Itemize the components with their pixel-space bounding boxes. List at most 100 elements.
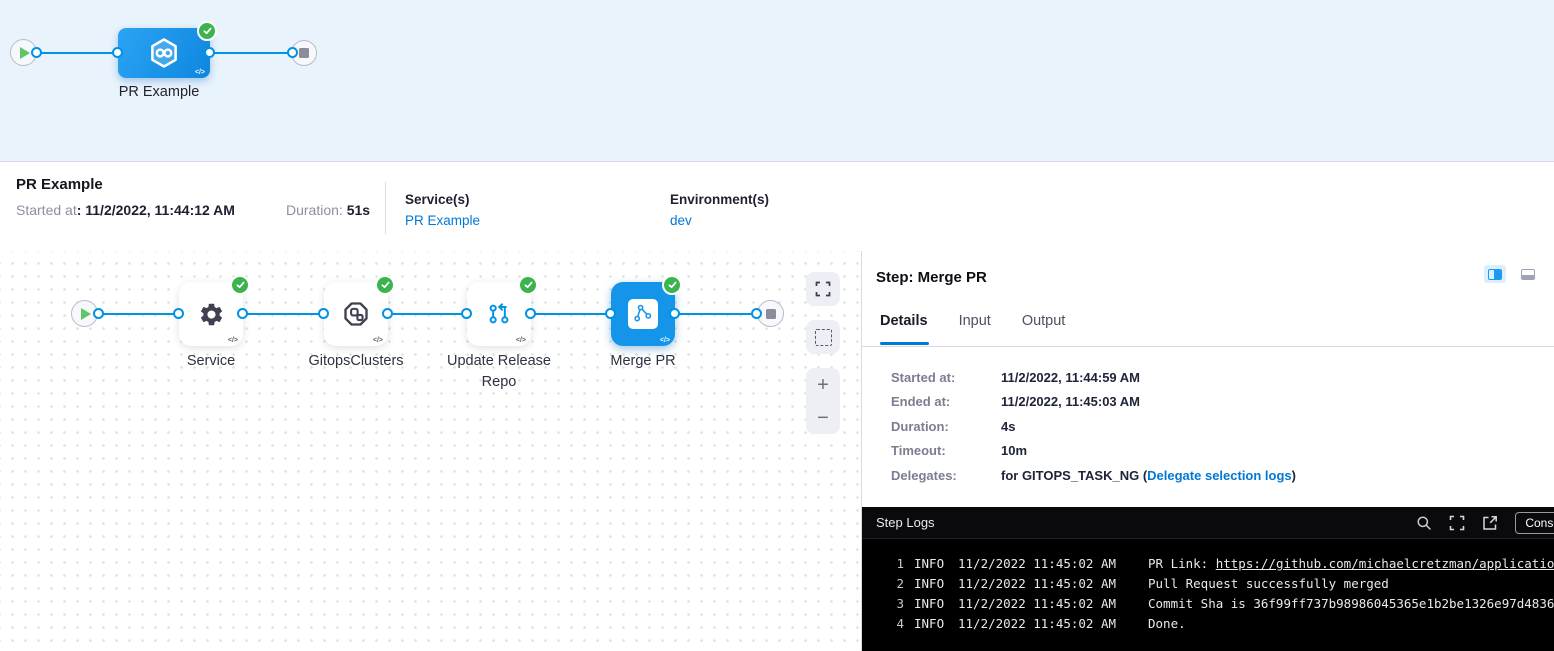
step-tabs: Details Input Output — [880, 313, 1065, 329]
log-line: 3 INFO 11/2/2022 11:45:02 AM Commit Sha … — [892, 594, 1554, 614]
pipeline-hexagon-icon — [147, 36, 181, 70]
duration-value: 51s — [347, 202, 370, 218]
stop-icon — [766, 309, 776, 319]
git-update-icon — [485, 300, 513, 328]
execution-graph-canvas[interactable]: </> </> — [0, 251, 862, 651]
connector-port — [31, 47, 42, 58]
connector-port — [461, 308, 472, 319]
tab-output[interactable]: Output — [1022, 313, 1066, 329]
console-view-button[interactable]: Conso — [1515, 512, 1554, 534]
detail-row-delegates: Delegates: for GITOPS_TASK_NG (Delegate … — [891, 463, 1296, 488]
detail-value: 4s — [1001, 419, 1296, 434]
log-line-number: 3 — [892, 594, 904, 614]
step-panel-title: Step: Merge PR — [876, 269, 987, 286]
connector-port — [112, 47, 123, 58]
marquee-select-button[interactable] — [806, 320, 840, 354]
started-at-row: Started at: 11/2/2022, 11:44:12 AM — [16, 202, 235, 218]
detail-row-started: Started at: 11/2/2022, 11:44:59 AM — [891, 365, 1296, 390]
detail-label: Duration: — [891, 419, 1001, 434]
connector-port — [93, 308, 104, 319]
log-level: INFO — [914, 554, 948, 574]
play-icon — [81, 308, 91, 320]
tab-details[interactable]: Details — [880, 313, 928, 329]
log-timestamp: 11/2/2022 11:45:02 AM — [958, 614, 1138, 634]
active-tab-indicator — [880, 342, 929, 345]
detail-row-duration: Duration: 4s — [891, 414, 1296, 439]
detail-label: Timeout: — [891, 443, 1001, 458]
open-in-new-icon[interactable] — [1482, 515, 1498, 531]
success-check-icon — [518, 275, 538, 295]
stop-icon — [299, 48, 309, 58]
search-icon[interactable] — [1416, 515, 1432, 531]
layout-right-split-button[interactable] — [1484, 265, 1506, 283]
environments-column: Environment(s) dev — [670, 192, 769, 230]
step-node-service[interactable]: </> — [179, 282, 243, 346]
detail-value: 11/2/2022, 11:44:59 AM — [1001, 370, 1296, 385]
zoom-controls: + − — [806, 368, 840, 434]
marquee-icon — [815, 329, 832, 346]
expand-logs-icon[interactable] — [1449, 515, 1465, 531]
log-line: 2 INFO 11/2/2022 11:45:02 AM Pull Reques… — [892, 574, 1554, 594]
success-check-icon — [230, 275, 250, 295]
log-level: INFO — [914, 594, 948, 614]
detail-label: Delegates: — [891, 468, 1001, 483]
summary-divider — [385, 182, 386, 234]
detail-value: 11/2/2022, 11:45:03 AM — [1001, 394, 1296, 409]
code-icon: </> — [228, 337, 238, 344]
connector-port — [605, 308, 616, 319]
log-line: 1 INFO 11/2/2022 11:45:02 AM PR Link: ht… — [892, 554, 1554, 574]
execution-summary-bar: PR Example Started at: 11/2/2022, 11:44:… — [0, 162, 1554, 252]
environment-link[interactable]: dev — [670, 213, 692, 228]
stage-node-pr-example[interactable]: </> — [118, 28, 210, 78]
pipeline-execution-page: </> PR Example PR Example Started at: 11… — [0, 0, 1554, 651]
step-label-update-release-repo: Update Release Repo — [441, 351, 557, 393]
step-node-merge-pr[interactable]: </> — [611, 282, 675, 346]
connector-port — [173, 308, 184, 319]
success-check-icon — [197, 21, 217, 41]
success-check-icon — [375, 275, 395, 295]
step-details-panel: Step: Merge PR Details Input Output Star… — [861, 251, 1554, 651]
gear-icon — [198, 301, 225, 328]
delegate-selection-logs-link[interactable]: Delegate selection logs — [1147, 468, 1292, 483]
services-column: Service(s) PR Example — [405, 192, 480, 230]
started-at-label: Started at — [16, 202, 77, 218]
connector-port — [287, 47, 298, 58]
tab-input[interactable]: Input — [959, 313, 991, 329]
step-logs-title: Step Logs — [876, 515, 935, 530]
code-icon: </> — [195, 69, 205, 76]
services-header: Service(s) — [405, 192, 480, 207]
connector-port — [669, 308, 680, 319]
success-check-icon — [662, 275, 682, 295]
stage-node-label: PR Example — [89, 84, 229, 100]
detail-row-timeout: Timeout: 10m — [891, 439, 1296, 464]
started-at-value: : 11/2/2022, 11:44:12 AM — [77, 202, 235, 218]
log-actions: Conso — [1416, 512, 1554, 534]
tabs-divider — [862, 346, 1554, 347]
panel-layout-toggle — [1484, 265, 1554, 283]
step-node-update-release-repo[interactable]: </> — [467, 282, 531, 346]
log-level: INFO — [914, 614, 948, 634]
detail-row-ended: Ended at: 11/2/2022, 11:45:03 AM — [891, 390, 1296, 415]
log-message: Done. — [1148, 614, 1554, 634]
duration-row: Duration: 51s — [286, 202, 370, 218]
connector-port — [204, 47, 215, 58]
environments-header: Environment(s) — [670, 192, 769, 207]
connector-port — [237, 308, 248, 319]
log-message: PR Link: https://github.com/michaelcretz… — [1148, 554, 1554, 574]
step-label-service: Service — [136, 351, 286, 372]
layout-bottom-split-button[interactable] — [1517, 265, 1539, 283]
zoom-out-button[interactable]: − — [817, 408, 829, 428]
step-logs-console[interactable]: 1 INFO 11/2/2022 11:45:02 AM PR Link: ht… — [862, 539, 1554, 651]
service-link[interactable]: PR Example — [405, 213, 480, 228]
step-label-merge-pr: Merge PR — [568, 351, 718, 372]
log-message: Commit Sha is 36f99ff737b98986045365e1b2… — [1148, 594, 1554, 614]
log-line-number: 1 — [892, 554, 904, 574]
fullscreen-button[interactable] — [806, 272, 840, 306]
zoom-in-button[interactable]: + — [817, 375, 829, 395]
step-node-gitopsclusters[interactable]: </> — [324, 282, 388, 346]
layout-left-split-button[interactable] — [1550, 265, 1554, 283]
log-timestamp: 11/2/2022 11:45:02 AM — [958, 574, 1138, 594]
pr-link[interactable]: https://github.com/michaelcretzman/appli… — [1216, 556, 1554, 571]
log-message: Pull Request successfully merged — [1148, 574, 1554, 594]
detail-label: Ended at: — [891, 394, 1001, 409]
